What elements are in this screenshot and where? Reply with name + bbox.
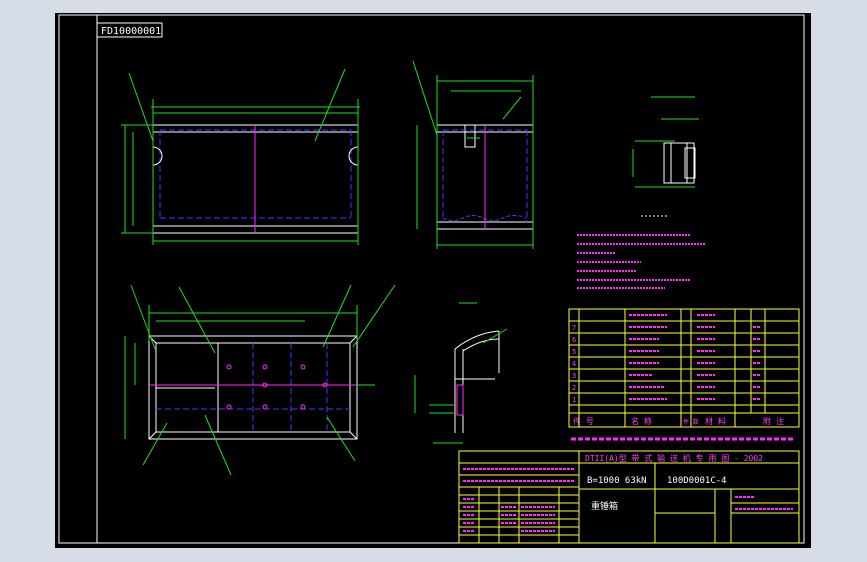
lifting-lug-right <box>348 146 359 166</box>
drawing-canvas: FD10000001 7 6 5 4 3 2 1 件 号 名 称 件 数 材 料… <box>58 14 805 544</box>
bom-part-number: 3 <box>572 372 576 380</box>
side-view <box>412 60 534 249</box>
bom-part-number: 7 <box>572 324 576 332</box>
bom-header-remarks: 附 注 <box>763 416 784 426</box>
bolt-hole <box>262 364 268 370</box>
leader-line <box>128 72 154 142</box>
bom-header-item-no: 件 号 <box>573 416 594 426</box>
bom-part-number: 6 <box>572 336 576 344</box>
part-name: 重锤箱 <box>591 500 618 512</box>
standard-title: DTII(A)型 带 式 输 送 机 专 用 图 - 2002 <box>585 453 763 463</box>
bolt-hole <box>300 364 306 370</box>
lifting-lug-left <box>152 146 163 166</box>
detail-view-I <box>632 96 699 188</box>
spec-label: B=1000 63kN <box>587 476 647 486</box>
bom-header-name: 名 称 <box>631 416 652 426</box>
front-view <box>121 68 360 245</box>
leader-line <box>130 284 156 350</box>
outer-frame <box>58 14 805 544</box>
technical-notes <box>577 215 705 289</box>
lifting-lug <box>464 124 476 148</box>
drawing-number: 100D0001C-4 <box>667 476 727 486</box>
weld-detail <box>456 384 464 416</box>
bom-header-qty: 件 数 <box>683 418 699 426</box>
cad-drawing-viewport[interactable]: FD10000001 7 6 5 4 3 2 1 件 号 名 称 件 数 材 料… <box>55 13 811 548</box>
section-curve <box>454 330 500 350</box>
bom-table <box>568 308 800 428</box>
leader-line <box>352 284 396 348</box>
drawing-code: FD10000001 <box>101 26 161 37</box>
leader-line <box>502 96 522 120</box>
bom-part-number: 4 <box>572 360 576 368</box>
bom-header-material: 材 料 <box>705 416 726 426</box>
plan-view <box>124 284 396 476</box>
bom-table-content: 7 6 5 4 3 2 1 件 号 名 称 件 数 材 料 附 注 <box>571 314 793 441</box>
bolt-hole <box>262 404 268 410</box>
bolt-holes <box>226 364 328 410</box>
bolt-hole <box>226 404 232 410</box>
bolt-hole <box>300 404 306 410</box>
bom-part-number: 5 <box>572 348 576 356</box>
leader-line <box>322 284 352 348</box>
bom-part-number: 1 <box>572 396 576 404</box>
corner <box>349 431 358 440</box>
inner-frame <box>96 14 805 544</box>
bolt-hole <box>226 364 232 370</box>
leader-line <box>412 60 438 136</box>
detail-outline <box>663 142 695 184</box>
section-curve <box>462 338 500 352</box>
bom-part-number: 2 <box>572 384 576 392</box>
leader-line <box>142 422 168 466</box>
section-view-A-A <box>414 302 508 444</box>
corner <box>148 431 157 440</box>
